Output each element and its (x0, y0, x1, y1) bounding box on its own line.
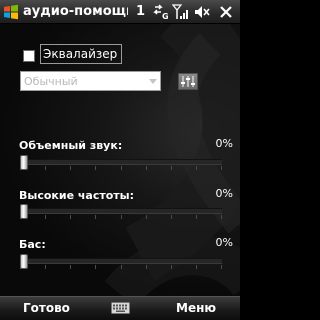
bass-value: 0% (215, 236, 233, 249)
menu-bar: Готово Меню (0, 296, 240, 320)
equalizer-settings-button[interactable] (178, 73, 198, 90)
keyboard-icon[interactable] (111, 301, 130, 315)
treble-ticks (20, 215, 222, 219)
bass-label: Бас: (19, 238, 46, 251)
windows-start-icon[interactable] (3, 4, 19, 20)
signal-strength-icon[interactable] (172, 3, 190, 21)
menu-softkey[interactable]: Меню (176, 301, 216, 315)
title-bar: аудио-помощник 1 G (0, 0, 240, 24)
chevron-down-icon (149, 79, 157, 84)
content-area: Эквалайзер Обычный Объемный звук: 0% Выс… (0, 24, 240, 296)
treble-track[interactable] (20, 208, 222, 214)
bass-ticks (20, 265, 222, 269)
bass-track[interactable] (20, 258, 222, 264)
treble-thumb[interactable] (20, 204, 28, 219)
close-icon[interactable] (217, 3, 235, 21)
equalizer-label[interactable]: Эквалайзер (40, 44, 123, 64)
equalizer-preset-value: Обычный (24, 75, 78, 88)
surround-sound-ticks (20, 166, 222, 170)
bass-thumb[interactable] (20, 254, 28, 269)
surround-sound-thumb[interactable] (20, 155, 28, 170)
equalizer-preset-dropdown[interactable]: Обычный (20, 71, 161, 91)
data-connection-icon[interactable]: G (152, 3, 170, 21)
done-softkey[interactable]: Готово (23, 301, 70, 315)
equalizer-sliders-icon (181, 76, 195, 87)
svg-text:G: G (162, 12, 169, 21)
window-title: аудио-помощник (23, 4, 128, 19)
volume-muted-icon[interactable] (193, 3, 211, 21)
treble-label: Высокие частоты: (19, 189, 135, 202)
notification-count: 1 (136, 4, 146, 19)
surround-sound-label: Объемный звук: (19, 139, 123, 152)
surround-sound-track[interactable] (20, 159, 222, 165)
surround-sound-value: 0% (215, 137, 233, 150)
treble-value: 0% (215, 187, 233, 200)
equalizer-checkbox[interactable] (23, 50, 35, 62)
audio-assistant-screen: аудио-помощник 1 G Эквалайзе (0, 0, 240, 320)
